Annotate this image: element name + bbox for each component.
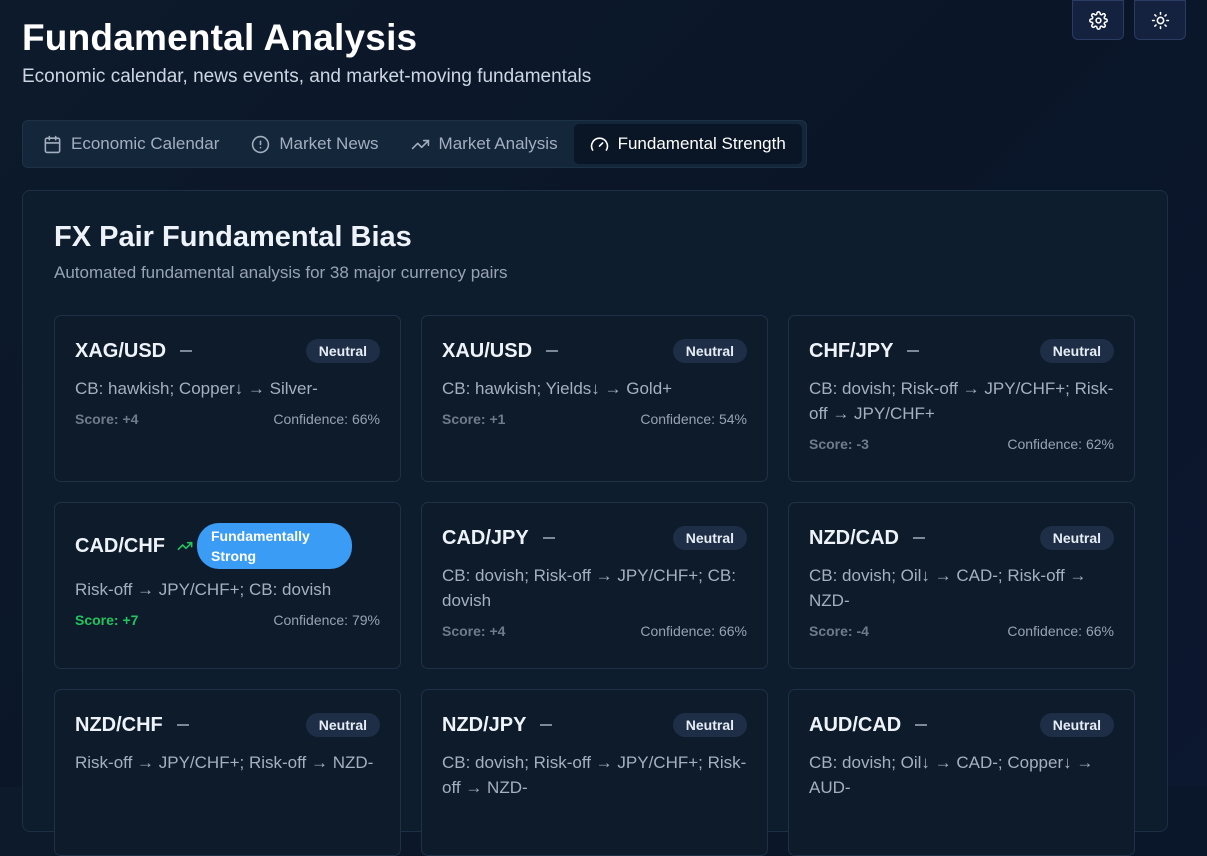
pair-name: AUD/CAD [809,713,902,736]
settings-button[interactable] [1072,0,1124,40]
pair-name: CHF/JPY [809,339,894,362]
pair-name: CAD/JPY [442,526,529,549]
score-value: Score: +4 [75,411,139,427]
pair-card[interactable]: XAG/USD Neutral CB: hawkish; Copper↓ → S… [54,315,401,482]
tab-label: Market News [279,134,379,153]
pair-card[interactable]: NZD/CAD Neutral CB: dovish; Oil↓ → CAD-;… [788,502,1135,669]
neutral-dash-icon [542,537,555,539]
calendar-icon [44,135,61,153]
page-subtitle: Economic calendar, news events, and mark… [22,66,592,87]
confidence-value: Confidence: 66% [273,411,380,427]
pair-name: NZD/CAD [809,526,899,549]
tab-label: Market Analysis [438,134,558,153]
bias-reason: Risk-off → JPY/CHF+; CB: dovish [75,580,332,599]
bias-badge: Neutral [672,339,747,363]
bias-reason: CB: dovish; Oil↓ → CAD-; Copper↓ → AUD- [809,753,1094,797]
panel-title: FX Pair Fundamental Bias [54,221,412,253]
confidence-value: Confidence: 54% [640,411,747,427]
pair-card[interactable]: CAD/JPY Neutral CB: dovish; Risk-off → J… [421,502,768,669]
neutral-dash-icon [176,724,189,726]
bias-badge: Neutral [1039,526,1114,550]
neutral-dash-icon [907,350,920,352]
fundamental-bias-panel: FX Pair Fundamental Bias Automated funda… [22,190,1168,856]
bias-badge: Neutral [672,526,747,550]
alert-circle-icon [252,135,270,153]
pair-name: CAD/CHF [75,534,165,557]
bias-reason: Risk-off → JPY/CHF+; Risk-off → NZD- [75,753,374,772]
neutral-dash-icon [540,724,553,726]
pair-card[interactable]: NZD/JPY Neutral CB: dovish; Risk-off → J… [421,689,768,856]
neutral-dash-icon [915,724,928,726]
bias-reason: CB: dovish; Risk-off → JPY/CHF+; CB: dov… [442,566,736,610]
bias-badge: Neutral [672,713,747,737]
tab-economic-calendar[interactable]: Economic Calendar [27,124,235,164]
pair-card[interactable]: CAD/CHF Fundamentally Strong Risk-off → … [54,502,401,669]
neutral-dash-icon [180,350,193,352]
score-value: Score: -4 [809,623,869,639]
page-header: Fundamental Analysis Economic calendar, … [22,16,591,90]
tab-bar: Economic Calendar Market News Market Ana… [22,120,807,168]
bias-reason: CB: hawkish; Yields↓ → Gold+ [442,379,673,398]
neutral-dash-icon [913,537,925,539]
pair-name: NZD/CHF [75,713,163,736]
score-value: Score: +4 [442,623,506,639]
tab-label: Fundamental Strength [617,134,786,153]
bias-badge: Neutral [305,339,380,363]
confidence-value: Confidence: 66% [1007,623,1114,639]
panel-subtitle: Automated fundamental analysis for 38 ma… [54,263,508,282]
confidence-value: Confidence: 66% [640,623,747,639]
confidence-value: Confidence: 79% [273,612,380,628]
bias-badge: Neutral [305,713,380,737]
trending-up-icon [177,541,193,551]
pair-name: XAG/USD [75,339,167,362]
tab-label: Economic Calendar [71,134,220,153]
pair-name: NZD/JPY [442,713,527,736]
neutral-dash-icon [546,350,559,352]
tab-market-news[interactable]: Market News [235,124,394,164]
pair-card[interactable]: XAU/USD Neutral CB: hawkish; Yields↓ → G… [421,315,768,482]
bias-badge: Neutral [1039,713,1114,737]
pair-card[interactable]: CHF/JPY Neutral CB: dovish; Risk-off → J… [788,315,1135,482]
gear-icon [1088,10,1108,30]
bias-badge: Neutral [1039,339,1114,363]
bias-badge-strong: Fundamentally Strong [197,523,352,569]
pair-name: XAU/USD [442,339,533,362]
bias-reason: CB: dovish; Oil↓ → CAD-; Risk-off → NZD- [809,566,1087,610]
bias-reason: CB: hawkish; Copper↓ → Silver- [75,379,318,398]
pair-card-grid: XAG/USD Neutral CB: hawkish; Copper↓ → S… [54,315,1135,856]
score-value: Score: +1 [442,411,506,427]
page-title: Fundamental Analysis [22,17,418,58]
tab-market-analysis[interactable]: Market Analysis [395,124,574,164]
pair-card[interactable]: NZD/CHF Neutral Risk-off → JPY/CHF+; Ris… [54,689,401,856]
tab-fundamental-strength[interactable]: Fundamental Strength [573,124,802,164]
trending-up-icon [411,139,429,149]
theme-toggle-button[interactable] [1134,0,1186,40]
score-value: Score: +7 [75,612,139,628]
sun-icon [1151,11,1169,29]
gauge-icon [590,137,608,151]
confidence-value: Confidence: 62% [1007,436,1114,452]
score-value: Score: -3 [809,436,869,452]
bias-reason: CB: dovish; Risk-off → JPY/CHF+; Risk-of… [442,753,747,797]
bias-reason: CB: dovish; Risk-off → JPY/CHF+; Risk-of… [809,379,1114,423]
pair-card[interactable]: AUD/CAD Neutral CB: dovish; Oil↓ → CAD-;… [788,689,1135,856]
